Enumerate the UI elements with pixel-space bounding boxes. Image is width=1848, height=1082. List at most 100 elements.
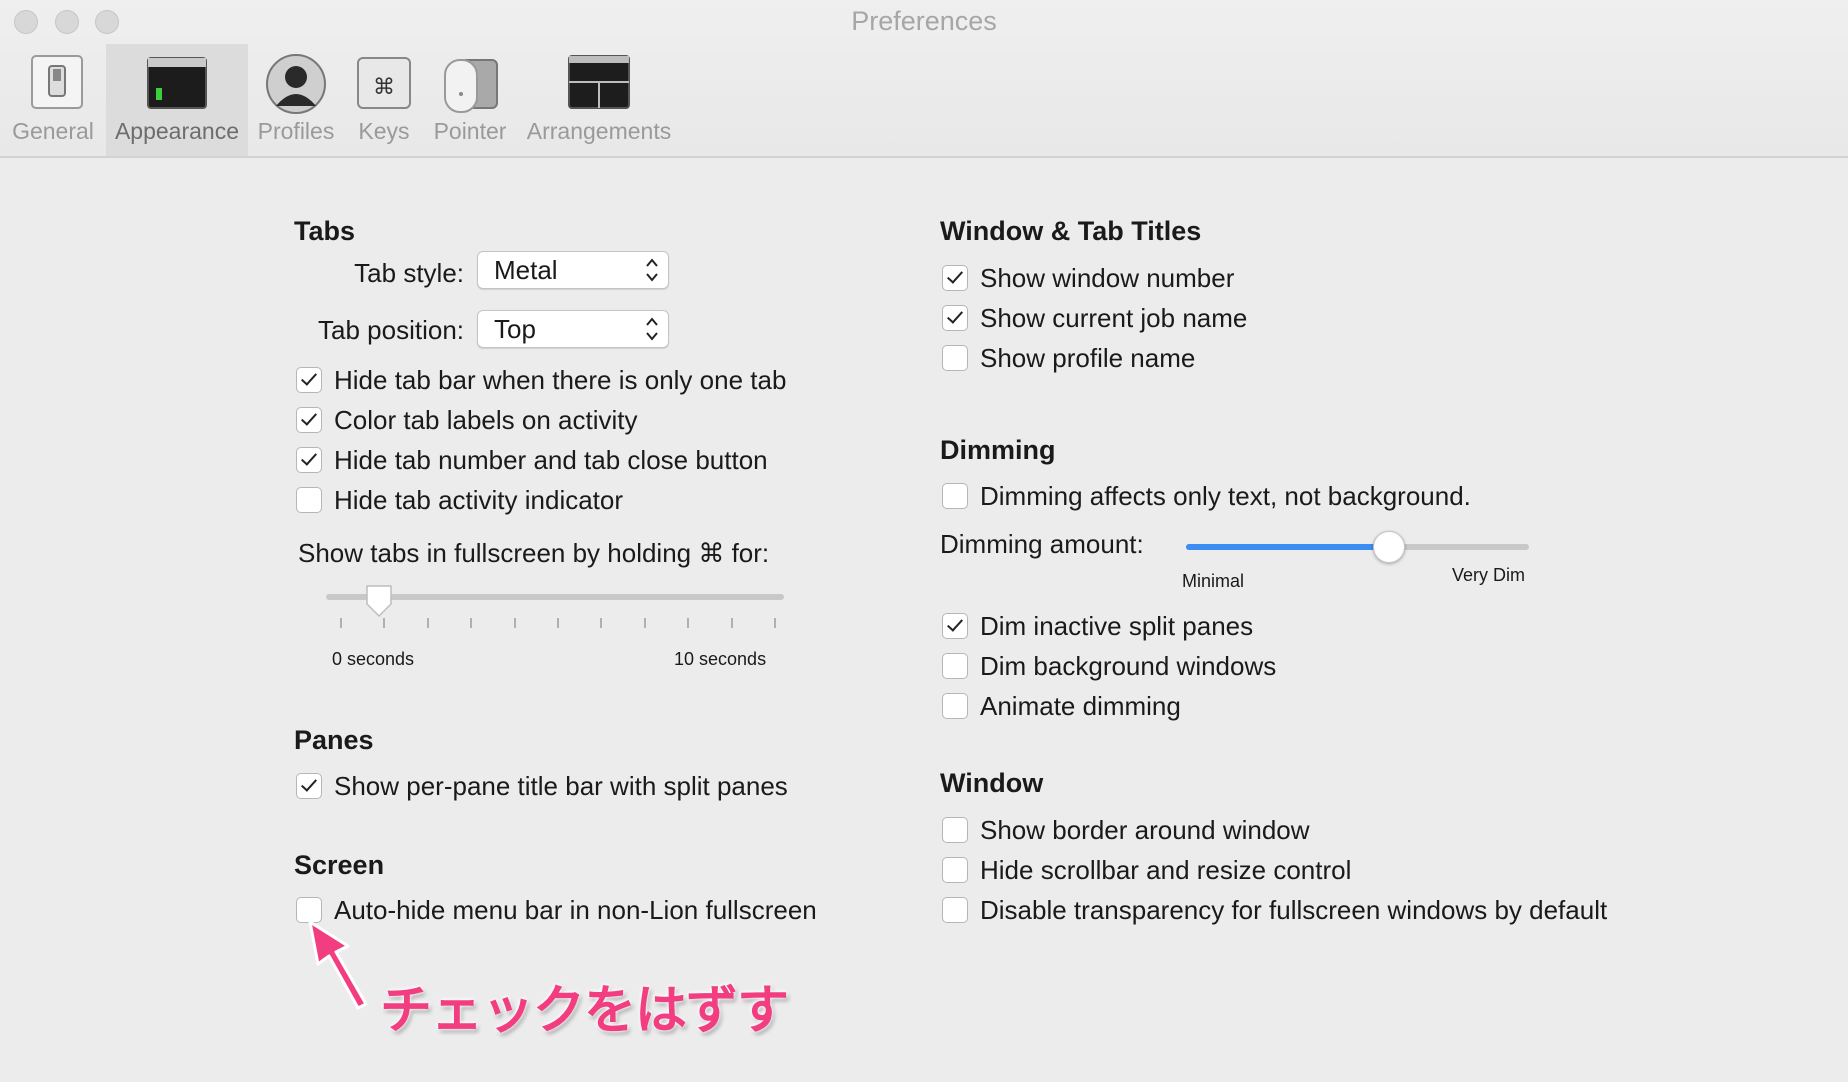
checkbox-label: Show window number (980, 262, 1235, 293)
checkbox-row[interactable]: Animate dimming (942, 691, 1181, 721)
checkbox-label: Hide tab number and tab close button (334, 444, 768, 475)
fullscreen-delay-slider-track[interactable] (326, 594, 784, 600)
checkbox-row[interactable]: Color tab labels on activity (296, 405, 637, 435)
toolbar-label-profiles: Profiles (257, 118, 335, 144)
svg-text:⌘: ⌘ (373, 75, 395, 100)
toolbar-item-general[interactable]: General (0, 44, 106, 156)
slider-max-label: 10 seconds (674, 649, 767, 669)
checkbox-row[interactable]: Hide tab number and tab close button (296, 445, 768, 475)
checkbox-row[interactable]: Hide tab activity indicator (296, 485, 623, 515)
annotation-arrow-icon (308, 920, 368, 1010)
checkbox-row[interactable]: Show window number (942, 263, 1234, 293)
slider-min-label: Minimal (1182, 571, 1245, 591)
mouse-icon (444, 59, 498, 113)
up-down-chevron-icon (646, 258, 658, 282)
checkbox-row[interactable]: Show current job name (942, 303, 1247, 333)
toolbar-label-arrangements: Arrangements (526, 118, 672, 144)
fullscreen-tabs-label: Show tabs in fullscreen by holding ⌘ for… (298, 538, 770, 568)
slider-tick (643, 618, 646, 628)
checkbox-row[interactable]: Dimming affects only text, not backgroun… (942, 481, 1471, 511)
slider-tick (774, 618, 776, 628)
dimming-amount-slider-fill (1186, 544, 1390, 550)
person-icon (266, 54, 326, 114)
slider-tick (383, 618, 386, 628)
tab-position-popup[interactable]: Top (477, 310, 669, 348)
toolbar-label-pointer: Pointer (433, 118, 507, 144)
checkbox[interactable] (942, 483, 968, 509)
window-arrangement-icon (568, 55, 630, 109)
checkbox-row[interactable]: Hide tab bar when there is only one tab (296, 365, 786, 395)
checkbox[interactable] (942, 817, 968, 843)
checkbox-label: Show border around window (980, 814, 1310, 845)
checkbox-row[interactable]: Dim inactive split panes (942, 611, 1253, 641)
checkbox[interactable] (942, 613, 968, 639)
toolbar-label-appearance: Appearance (114, 118, 240, 144)
checkbox-label: Show per-pane title bar with split panes (334, 770, 788, 801)
checkbox[interactable] (296, 773, 322, 799)
fullscreen-delay-slider-knob[interactable] (364, 584, 394, 618)
checkbox-row[interactable]: Disable transparency for fullscreen wind… (942, 895, 1607, 925)
dimming-amount-slider-knob[interactable] (1373, 531, 1405, 563)
slider-tick (340, 618, 342, 628)
tab-position-label: Tab position: (318, 315, 464, 345)
toolbar-item-appearance[interactable]: Appearance (106, 44, 248, 156)
checkbox[interactable] (296, 447, 322, 473)
checkbox[interactable] (942, 305, 968, 331)
slider-tick (687, 618, 690, 628)
checkbox-label: Hide tab activity indicator (334, 484, 624, 515)
window-title: Preferences (851, 6, 997, 36)
tab-style-label: Tab style: (354, 258, 464, 288)
slider-tick (557, 618, 559, 628)
checkbox-row[interactable]: Show per-pane title bar with split panes (296, 771, 788, 801)
switch-icon (31, 55, 83, 109)
slider-tick (730, 618, 733, 628)
up-down-chevron-icon (646, 317, 658, 341)
toolbar-item-arrangements[interactable]: Arrangements (516, 44, 682, 156)
tab-style-value: Metal (494, 255, 558, 285)
slider-tick (513, 618, 516, 628)
checkbox-row[interactable]: Auto-hide menu bar in non-Lion fullscree… (296, 895, 817, 925)
window-heading: Window (940, 768, 1044, 798)
window-tab-titles-heading: Window & Tab Titles (940, 216, 1202, 246)
tab-position-value: Top (494, 314, 536, 344)
checkbox-label: Animate dimming (980, 690, 1181, 721)
checkbox-label: Hide tab bar when there is only one tab (334, 364, 787, 395)
slider-tick (470, 618, 473, 628)
toolbar-item-keys[interactable]: ⌘ Keys (344, 44, 424, 156)
checkbox[interactable] (942, 653, 968, 679)
checkbox-row[interactable]: Dim background windows (942, 651, 1276, 681)
checkbox-label: Hide scrollbar and resize control (980, 854, 1352, 885)
checkbox-row[interactable]: Show border around window (942, 815, 1310, 845)
toolbar-item-pointer[interactable]: Pointer (424, 44, 516, 156)
checkbox[interactable] (942, 857, 968, 883)
window-toolbar: Preferences General Appearance Profiles (0, 0, 1848, 158)
command-key-icon: ⌘ (357, 57, 411, 109)
checkbox[interactable] (296, 367, 322, 393)
checkbox-label: Dim inactive split panes (980, 610, 1254, 641)
checkbox[interactable] (942, 265, 968, 291)
checkbox-label: Disable transparency for fullscreen wind… (980, 894, 1608, 925)
checkbox-row[interactable]: Hide scrollbar and resize control (942, 855, 1351, 885)
toolbar-label-general: General (12, 118, 94, 144)
checkbox-label: Show profile name (980, 342, 1196, 373)
slider-max-label: Very Dim (1452, 565, 1526, 585)
checkbox-label: Auto-hide menu bar in non-Lion fullscree… (334, 894, 817, 925)
slider-tick (600, 618, 603, 628)
tab-style-popup[interactable]: Metal (477, 251, 669, 289)
checkbox-row[interactable]: Show profile name (942, 343, 1195, 373)
dimming-amount-label: Dimming amount: (940, 529, 1144, 559)
annotation-text: チェックをはずす (380, 981, 789, 1041)
toolbar-item-profiles[interactable]: Profiles (248, 44, 344, 156)
checkbox-label: Color tab labels on activity (334, 404, 638, 435)
checkbox[interactable] (942, 693, 968, 719)
toolbar-label-keys: Keys (358, 118, 410, 144)
checkbox[interactable] (942, 897, 968, 923)
checkbox-label: Show current job name (980, 302, 1248, 333)
checkbox-label: Dimming affects only text, not backgroun… (980, 480, 1471, 511)
slider-min-label: 0 seconds (332, 649, 415, 669)
checkbox[interactable] (942, 345, 968, 371)
checkbox[interactable] (296, 487, 322, 513)
checkbox-label: Dim background windows (980, 650, 1277, 681)
checkbox[interactable] (296, 407, 322, 433)
panes-heading: Panes (294, 725, 374, 755)
